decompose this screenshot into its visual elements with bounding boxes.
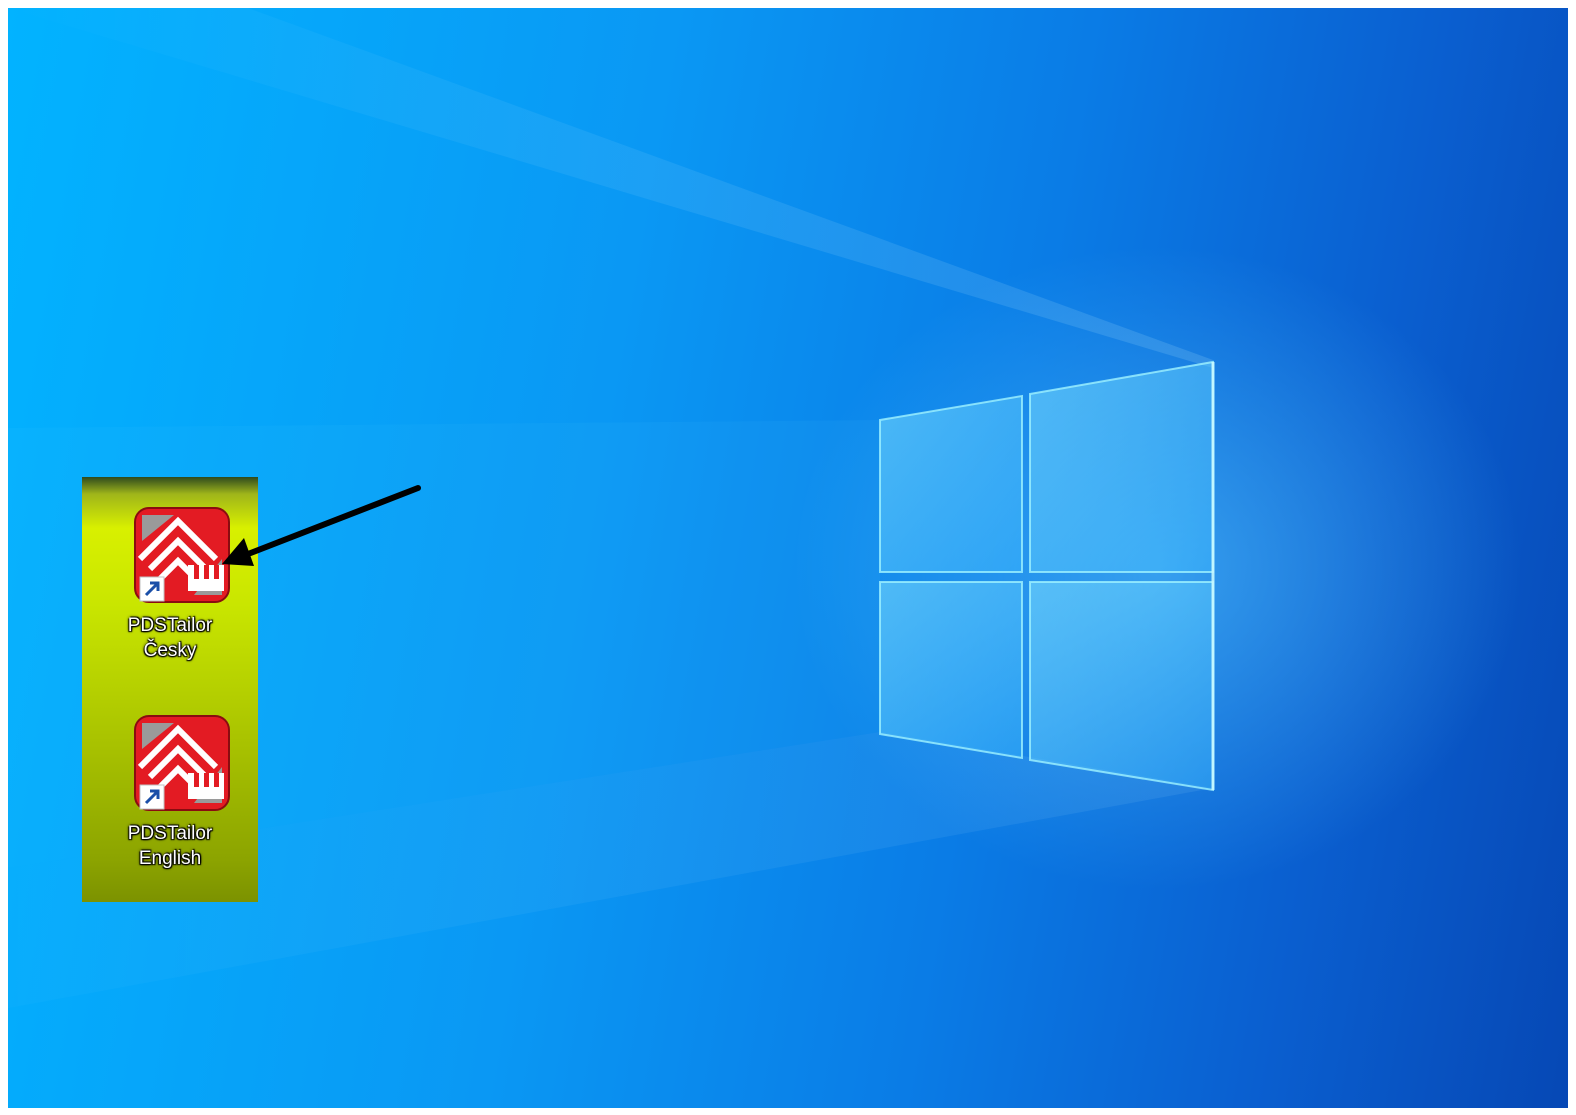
pdstailor-house-icon	[134, 507, 230, 603]
desktop-icons-highlight: PDSTailor Česky PDSTailor English	[82, 477, 258, 902]
desktop-icon-label: PDSTailor Česky	[127, 615, 213, 661]
desktop-icon-pdstailor-english[interactable]: PDSTailor English	[100, 715, 240, 895]
pdstailor-house-icon	[134, 715, 230, 811]
desktop: PDSTailor Česky PDSTailor English	[8, 8, 1568, 1108]
windows-logo	[879, 360, 1214, 792]
desktop-icon-label: PDSTailor English	[127, 823, 213, 869]
desktop-icon-pdstailor-cesky[interactable]: PDSTailor Česky	[100, 507, 240, 687]
